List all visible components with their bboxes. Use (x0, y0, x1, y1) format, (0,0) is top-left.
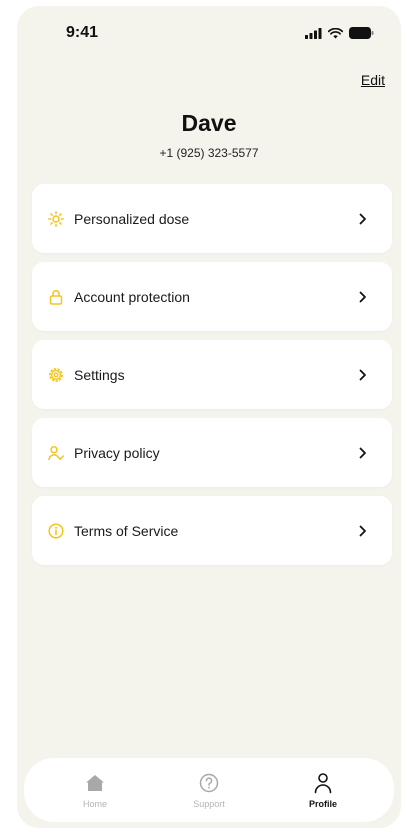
wifi-icon (327, 26, 344, 44)
home-icon (84, 772, 106, 794)
tab-label: Profile (308, 798, 337, 809)
menu-item-settings[interactable]: Settings (32, 340, 392, 409)
status-time: 9:41 (66, 24, 99, 41)
chevron-right-icon (358, 213, 368, 225)
menu-item-account-protection[interactable]: Account protection (32, 262, 392, 331)
chevron-right-icon (358, 291, 368, 303)
menu-item-label: Terms of Service (74, 522, 179, 539)
profile-name: Dave (181, 110, 237, 136)
edit-button[interactable]: Edit (361, 72, 385, 88)
gear-icon (48, 367, 64, 383)
tab-bar: Home Support Profile (24, 758, 394, 822)
menu-item-terms-of-service[interactable]: Terms of Service (32, 496, 392, 565)
menu-item-label: Personalized dose (74, 210, 190, 227)
menu-item-label: Account protection (74, 288, 190, 305)
lock-icon (48, 289, 64, 305)
info-icon (48, 522, 64, 539)
person-icon (312, 772, 334, 794)
menu-item-label: Privacy policy (74, 444, 160, 461)
tab-support[interactable]: Support (169, 772, 249, 809)
sun-icon (48, 210, 64, 227)
user-check-icon (48, 445, 64, 461)
menu-item-personalized-dose[interactable]: Personalized dose (32, 184, 392, 253)
tab-label: Support (193, 798, 225, 809)
tab-profile[interactable]: Profile (283, 772, 363, 809)
phone-screen: 9:41 Edit Dave +1 (925) 323-5577 Persona… (17, 6, 401, 828)
tab-label: Home (82, 798, 107, 809)
cellular-signal-icon (305, 26, 322, 44)
settings-menu: Personalized dose Account protection Set… (32, 184, 392, 574)
tab-home[interactable]: Home (55, 772, 135, 809)
profile-phone: +1 (925) 323-5577 (159, 146, 259, 160)
chevron-right-icon (358, 369, 368, 381)
status-bar: 9:41 (17, 6, 401, 56)
status-icons (305, 26, 374, 44)
question-circle-icon (198, 772, 220, 794)
menu-item-privacy-policy[interactable]: Privacy policy (32, 418, 392, 487)
chevron-right-icon (358, 447, 368, 459)
chevron-right-icon (358, 525, 368, 537)
battery-icon (349, 26, 374, 44)
menu-item-label: Settings (74, 366, 125, 383)
